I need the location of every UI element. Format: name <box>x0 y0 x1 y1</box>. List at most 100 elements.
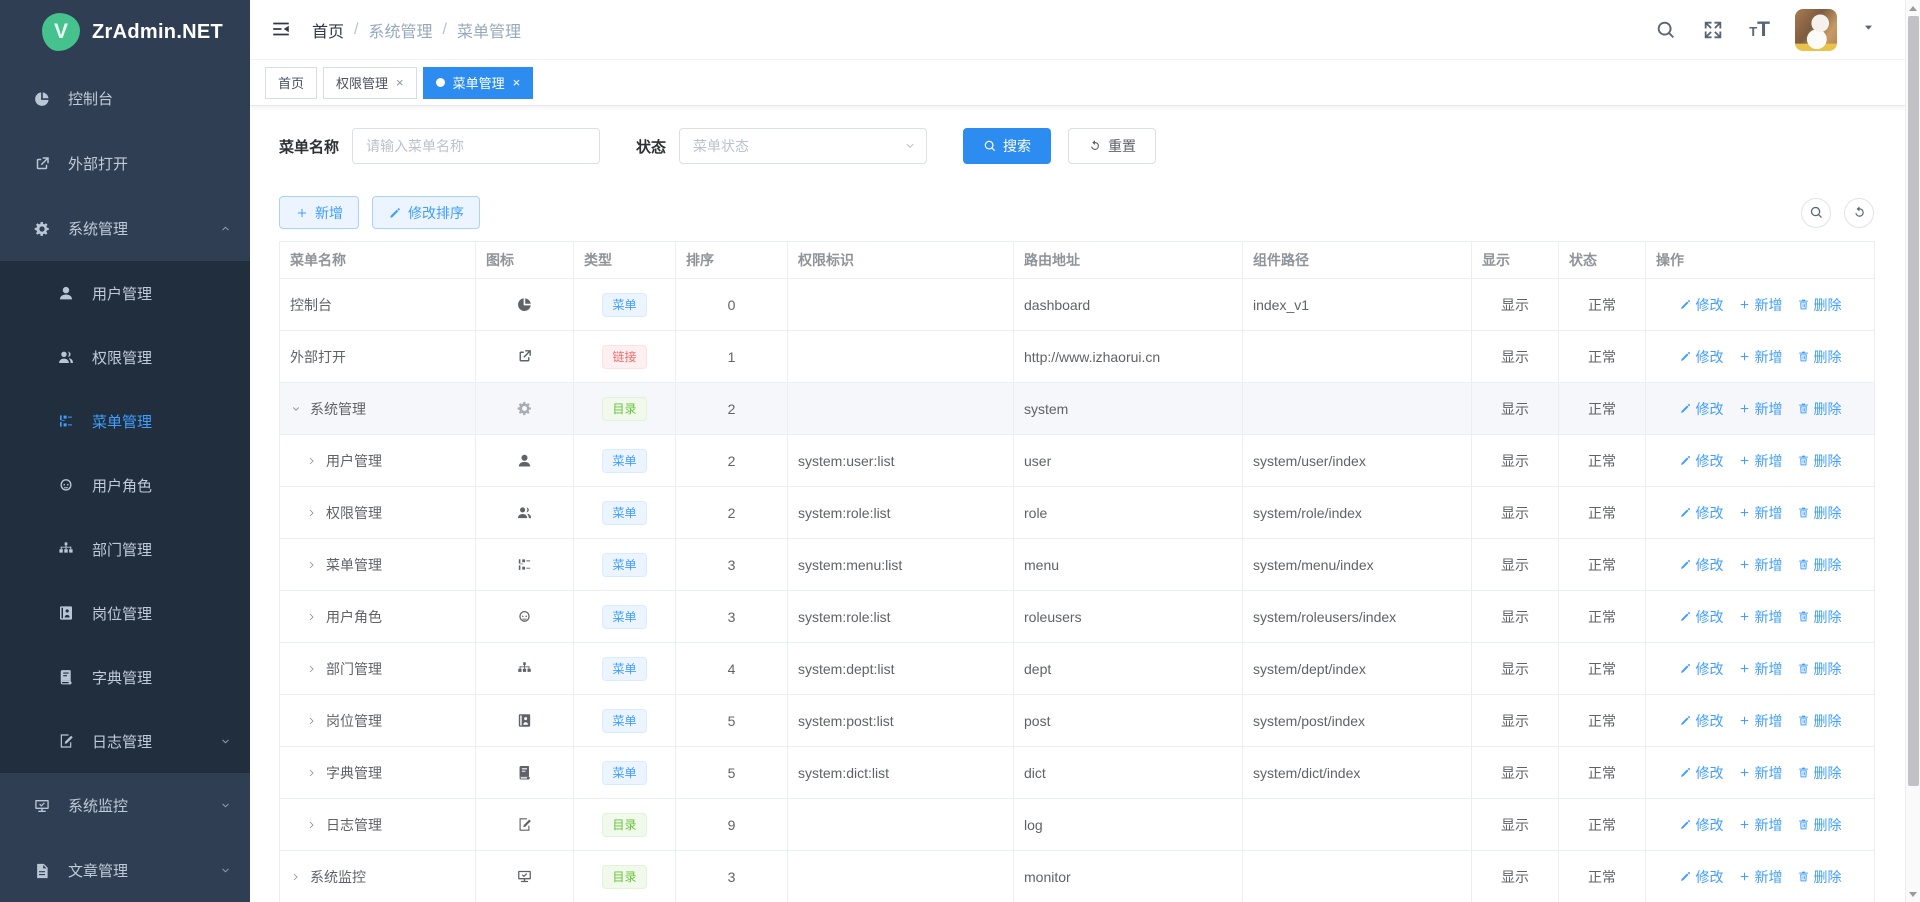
add-row-link[interactable]: 新增 <box>1738 867 1783 887</box>
edit-row-link[interactable]: 修改 <box>1679 763 1724 783</box>
sidebar-item[interactable]: 岗位管理 <box>0 581 250 645</box>
sidebar-item[interactable]: 权限管理 <box>0 325 250 389</box>
edit-row-link[interactable]: 修改 <box>1679 555 1724 575</box>
edit-row-link[interactable]: 修改 <box>1679 295 1724 315</box>
delete-row-link[interactable]: 删除 <box>1797 711 1842 731</box>
fullscreen-button[interactable] <box>1702 19 1724 41</box>
delete-row-link[interactable]: 删除 <box>1797 815 1842 835</box>
status-select[interactable] <box>679 128 927 164</box>
expand-row-icon[interactable] <box>306 558 321 574</box>
sidebar-item[interactable]: 日志管理 <box>0 709 250 773</box>
sort-order-cell: 1 <box>676 331 788 383</box>
edit-sort-button[interactable]: 修改排序 <box>372 196 480 229</box>
edit-row-link[interactable]: 修改 <box>1679 659 1724 679</box>
user-menu-caret-icon[interactable] <box>1862 21 1875 39</box>
scrollbar-down-arrow[interactable] <box>1906 886 1920 902</box>
add-row-link-label: 新增 <box>1755 607 1783 627</box>
sidebar-item[interactable]: 系统监控 <box>0 773 250 838</box>
add-row-link[interactable]: 新增 <box>1738 503 1783 523</box>
sidebar-item[interactable]: 菜单管理 <box>0 389 250 453</box>
edit-row-link[interactable]: 修改 <box>1679 399 1724 419</box>
delete-row-link[interactable]: 删除 <box>1797 659 1842 679</box>
sidebar-item[interactable]: 系统管理 <box>0 196 250 261</box>
sidebar-item[interactable]: 用户管理 <box>0 261 250 325</box>
collapse-row-icon[interactable] <box>290 402 305 418</box>
delete-row-link[interactable]: 删除 <box>1797 867 1842 887</box>
menu-name-input[interactable] <box>352 128 600 164</box>
delete-row-link[interactable]: 删除 <box>1797 607 1842 627</box>
tab[interactable]: 菜单管理× <box>423 67 534 99</box>
expand-row-icon[interactable] <box>306 714 321 730</box>
edit-row-link[interactable]: 修改 <box>1679 451 1724 471</box>
tab-close-icon[interactable]: × <box>396 76 404 89</box>
tab[interactable]: 首页 <box>265 67 317 99</box>
edit-row-link[interactable]: 修改 <box>1679 503 1724 523</box>
brand[interactable]: V ZrAdmin.NET <box>0 0 250 64</box>
add-row-link[interactable]: 新增 <box>1738 711 1783 731</box>
add-menu-button[interactable]: 新增 <box>279 196 359 229</box>
reset-button[interactable]: 重置 <box>1068 128 1156 164</box>
avatar[interactable] <box>1795 9 1837 51</box>
component-path-cell: system/dict/index <box>1243 747 1472 799</box>
sidebar-item[interactable]: 用户角色 <box>0 453 250 517</box>
menu-name: 日志管理 <box>326 817 382 833</box>
header-search-button[interactable] <box>1655 19 1677 41</box>
sidebar-item[interactable]: 外部打开 <box>0 131 250 196</box>
add-row-link[interactable]: 新增 <box>1738 815 1783 835</box>
add-row-link[interactable]: 新增 <box>1738 347 1783 367</box>
refresh-icon <box>1088 139 1102 153</box>
edit-row-link[interactable]: 修改 <box>1679 347 1724 367</box>
delete-row-link[interactable]: 删除 <box>1797 347 1842 367</box>
sidebar-item-label: 用户角色 <box>92 475 232 496</box>
delete-row-link-label: 删除 <box>1814 607 1842 627</box>
article-icon <box>33 862 51 880</box>
expand-row-icon[interactable] <box>306 454 321 470</box>
delete-row-link[interactable]: 删除 <box>1797 295 1842 315</box>
scrollbar-thumb[interactable] <box>1908 16 1919 786</box>
delete-row-link[interactable]: 删除 <box>1797 451 1842 471</box>
delete-row-link[interactable]: 删除 <box>1797 763 1842 783</box>
add-row-link[interactable]: 新增 <box>1738 451 1783 471</box>
edit-row-link[interactable]: 修改 <box>1679 711 1724 731</box>
edit-row-link-label: 修改 <box>1696 555 1724 575</box>
sidebar-item-label: 权限管理 <box>92 347 232 368</box>
expand-row-icon[interactable] <box>306 610 321 626</box>
sidebar-fold-button[interactable] <box>270 18 294 42</box>
breadcrumb-item-menu[interactable]: 菜单管理 <box>457 18 521 42</box>
breadcrumb-item-home[interactable]: 首页 <box>312 18 344 42</box>
tab-close-icon[interactable]: × <box>513 76 521 89</box>
edit-row-link[interactable]: 修改 <box>1679 867 1724 887</box>
trash-icon <box>1797 454 1810 467</box>
edit-row-link[interactable]: 修改 <box>1679 607 1724 627</box>
delete-row-link[interactable]: 删除 <box>1797 399 1842 419</box>
add-row-link[interactable]: 新增 <box>1738 555 1783 575</box>
menu-type-cell: 菜单 <box>574 643 676 695</box>
add-row-link[interactable]: 新增 <box>1738 295 1783 315</box>
tab[interactable]: 权限管理× <box>323 67 417 99</box>
delete-row-link[interactable]: 删除 <box>1797 503 1842 523</box>
menu-table: 菜单名称图标类型排序权限标识路由地址组件路径显示状态操作 控制台菜单0dashb… <box>279 241 1875 902</box>
sidebar-item[interactable]: 控制台 <box>0 66 250 131</box>
add-row-link[interactable]: 新增 <box>1738 763 1783 783</box>
expand-row-icon[interactable] <box>306 662 321 678</box>
expand-row-icon[interactable] <box>306 506 321 522</box>
expand-row-icon[interactable] <box>306 766 321 782</box>
add-row-link[interactable]: 新增 <box>1738 607 1783 627</box>
expand-row-icon[interactable] <box>306 818 321 834</box>
scrollbar-up-arrow[interactable] <box>1906 0 1920 16</box>
navbar-actions: TT <box>1655 9 1875 51</box>
expand-row-icon[interactable] <box>290 870 305 886</box>
breadcrumb-item-system[interactable]: 系统管理 <box>368 18 432 42</box>
add-row-link[interactable]: 新增 <box>1738 399 1783 419</box>
edit-row-link[interactable]: 修改 <box>1679 815 1724 835</box>
add-row-link[interactable]: 新增 <box>1738 659 1783 679</box>
sidebar-item[interactable]: 字典管理 <box>0 645 250 709</box>
refresh-table-button[interactable] <box>1844 198 1874 228</box>
delete-row-link[interactable]: 删除 <box>1797 555 1842 575</box>
search-button[interactable]: 搜索 <box>963 128 1051 164</box>
sidebar-item[interactable]: 部门管理 <box>0 517 250 581</box>
sidebar-item[interactable]: 文章管理 <box>0 838 250 902</box>
delete-row-link-label: 删除 <box>1814 451 1842 471</box>
show-search-toggle-button[interactable] <box>1801 198 1831 228</box>
font-size-button[interactable]: TT <box>1749 19 1770 40</box>
